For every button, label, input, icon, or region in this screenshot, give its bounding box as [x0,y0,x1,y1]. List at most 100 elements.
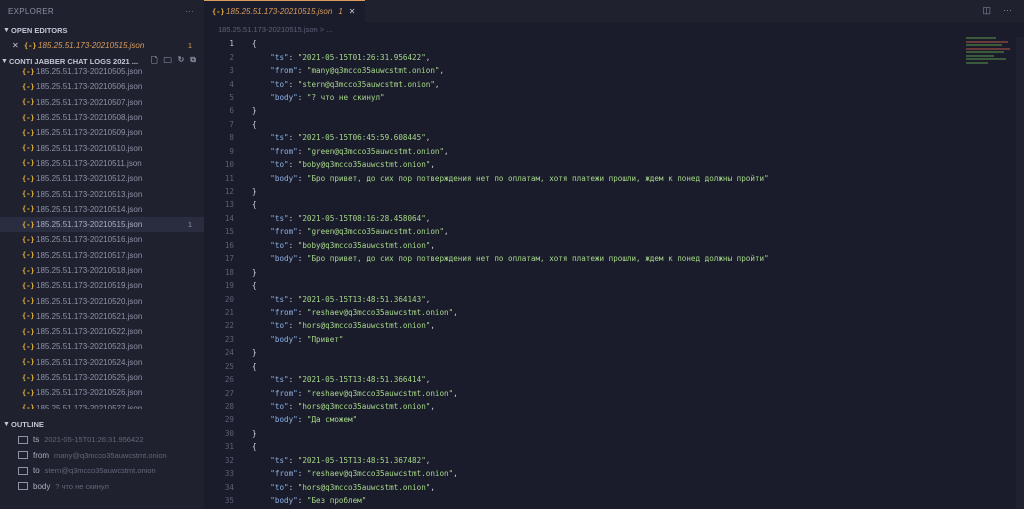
line-text: "from": "reshaev@q3mcco35auwcstmt.onion"… [270,307,458,317]
file-item[interactable]: {-} 185.25.51.173-20210506.json [0,79,204,94]
explorer-title: EXPLORER [8,6,54,16]
file-item[interactable]: {-} 185.25.51.173-20210507.json [0,95,204,110]
line-number: 11 [224,173,234,183]
file-item[interactable]: {-} 185.25.51.173-20210512.json [0,171,204,186]
file-item[interactable]: {-} 185.25.51.173-20210509.json [0,125,204,140]
tab-bar: {-} 185.25.51.173-20210515.json 1 ✕ ◫ ··… [204,0,1024,23]
code-line: 32 "ts": "2021-05-15T13:48:51.367482", [204,454,964,467]
file-item[interactable]: {-} 185.25.51.173-20210505.json [0,64,204,79]
line-text: "to": "hors@q3mcco35auwcstmt.onion", [270,482,435,492]
file-name: 185.25.51.173-20210516.json [36,235,143,245]
line-number: 6 [229,106,234,116]
file-item[interactable]: {-} 185.25.51.173-20210521.json [0,309,204,324]
string-symbol-icon [18,466,28,475]
file-item[interactable]: {-} 185.25.51.173-20210514.json [0,202,204,217]
outline-item[interactable]: body ? что не скинул [0,479,204,495]
json-file-icon: {-} [22,358,35,367]
json-file-icon: {-} [22,98,35,107]
file-item[interactable]: {-} 185.25.51.173-20210515.json 1 [0,216,204,233]
minimap-line [966,37,996,39]
code-line: 1{ [204,37,964,50]
file-item[interactable]: {-} 185.25.51.173-20210513.json [0,186,204,201]
code-line: 4 "to": "stern@q3mcco35auwcstmt.onion", [204,77,964,90]
line-number: 19 [224,281,234,291]
file-name: 185.25.51.173-20210520.json [36,296,143,306]
open-editors-section[interactable]: ▼ OPEN EDITORS [0,22,204,38]
outline-header[interactable]: ▼ OUTLINE [0,416,204,432]
file-item[interactable]: {-} 185.25.51.173-20210525.json [0,370,204,385]
code-line: 34 "to": "hors@q3mcco35auwcstmt.onion", [204,480,964,493]
breadcrumb[interactable]: 185.25.51.173-20210515.json > ... [204,22,1024,36]
file-item[interactable]: {-} 185.25.51.173-20210522.json [0,324,204,339]
code-line: 5 "body": "? что не скинул" [204,91,964,104]
line-text: "from": "many@q3mcco35auwcstmt.onion", [270,66,445,76]
file-item[interactable]: {-} 185.25.51.173-20210518.json [0,263,204,278]
file-item[interactable]: {-} 185.25.51.173-20210510.json [0,140,204,155]
json-file-icon: {-} [22,82,35,91]
line-text: "ts": "2021-05-15T08:16:28.458064", [270,213,431,223]
minimap-line [966,44,1002,46]
file-item[interactable]: {-} 185.25.51.173-20210519.json [0,278,204,293]
file-name: 185.25.51.173-20210509.json [36,128,143,138]
file-item[interactable]: {-} 185.25.51.173-20210508.json [0,110,204,125]
minimap-line [966,40,1008,43]
outline-value: 2021-05-15T01:26:31.956422 [44,435,144,445]
line-text: "from": "green@q3mcco35auwcstmt.onion", [270,227,449,237]
file-item[interactable]: {-} 185.25.51.173-20210526.json [0,385,204,400]
json-file-icon: {-} [22,342,35,351]
json-file-icon: {-} [22,220,35,229]
close-icon[interactable]: ✕ [349,7,356,16]
file-item[interactable]: {-} 185.25.51.173-20210523.json [0,339,204,354]
code-line: 25 { [204,360,964,373]
file-name: 185.25.51.173-20210523.json [36,342,143,352]
ellipsis-icon[interactable]: ··· [1003,5,1012,16]
code-line: 21 "from": "reshaev@q3mcco35auwcstmt.oni… [204,306,964,319]
code-line: 35 "body": "Без проблем" [204,494,964,507]
minimap-line [966,47,1010,50]
line-number: 27 [224,388,234,398]
line-number: 3 [229,66,234,76]
split-editor-icon[interactable]: ◫ [982,5,991,16]
json-file-icon: {-} [22,312,35,321]
line-text: { [252,442,257,452]
line-text: "from": "reshaev@q3mcco35auwcstmt.onion"… [270,469,458,479]
editor-tab[interactable]: {-} 185.25.51.173-20210515.json 1 ✕ [204,0,366,23]
outline-value: many@q3mcco35auwcstmt.onion [54,450,167,460]
line-text: "ts": "2021-05-15T13:48:51.367482", [270,455,431,465]
file-item[interactable]: {-} 185.25.51.173-20210517.json [0,248,204,263]
file-item[interactable]: {-} 185.25.51.173-20210524.json [0,355,204,370]
vertical-scrollbar[interactable] [1016,37,1024,509]
outline-key: from [33,450,49,460]
line-number: 25 [224,361,234,371]
ellipsis-icon[interactable]: ··· [185,7,194,16]
json-file-icon: {-} [22,174,35,183]
minimap-line [966,54,994,57]
code-line: 24} [204,346,964,359]
code-line: 17 "body": "Бро привет, до сих пор потве… [204,252,964,265]
outline-item[interactable]: ts 2021-05-15T01:26:31.956422 [0,432,204,448]
editor-actions: ◫ ··· [982,5,1012,16]
line-number: 29 [224,415,234,425]
file-item[interactable]: {-} 185.25.51.173-20210511.json [0,156,204,171]
close-icon[interactable]: ✕ [12,41,24,50]
code-view[interactable]: 1{2 "ts": "2021-05-15T01:26:31.956422", 3… [204,37,964,509]
file-item[interactable]: {-} 185.25.51.173-20210520.json [0,293,204,308]
line-text: } [252,428,257,438]
code-line: 20 "ts": "2021-05-15T13:48:51.364143", [204,292,964,305]
file-name: 185.25.51.173-20210508.json [36,113,143,123]
file-item[interactable]: {-} 185.25.51.173-20210527.json [0,401,204,409]
file-name: 185.25.51.173-20210505.json [36,67,143,77]
file-item[interactable]: {-} 185.25.51.173-20210516.json [0,232,204,247]
code-line: 12} [204,185,964,198]
line-text: "body": "Бро привет, до сих пор потвержд… [270,254,769,264]
minimap[interactable] [966,37,1014,97]
json-file-icon: {-} [22,67,35,76]
file-name: 185.25.51.173-20210515.json [36,220,143,230]
outline-item[interactable]: to stern@q3mcco35auwcstmt.onion [0,463,204,479]
outline-item[interactable]: from many@q3mcco35auwcstmt.onion [0,448,204,464]
code-line: 18} [204,265,964,278]
open-editor-item[interactable]: ✕ {-} 185.25.51.173-20210515.json 1 [0,38,204,53]
file-name: 185.25.51.173-20210513.json [36,189,143,199]
line-number: 31 [224,442,234,452]
json-file-icon: {-} [22,128,35,137]
